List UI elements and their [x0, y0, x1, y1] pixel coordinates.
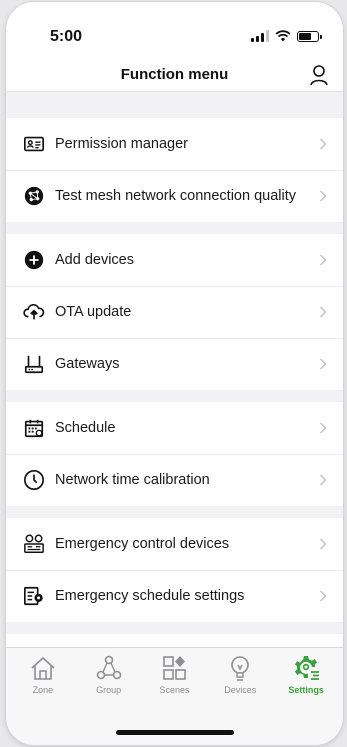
- tab-label: Devices: [224, 685, 257, 695]
- menu-item-text: Emergency schedule settings: [55, 588, 245, 604]
- menu-group: Schedule Network time calibration: [6, 402, 343, 506]
- battery-icon: [297, 30, 322, 42]
- tab-bar: Zone Group Scenes Devices Settings: [6, 647, 343, 745]
- clock-icon: [22, 468, 46, 492]
- zone-icon: [12, 654, 74, 682]
- settings-icon: [275, 654, 337, 682]
- tab-label: Zone: [32, 685, 54, 695]
- add-circle-icon: [22, 248, 46, 272]
- menu-item-test-mesh-network-connection-quality[interactable]: Test mesh network connection quality: [6, 170, 343, 222]
- menu-item-text: Test mesh network connection quality: [55, 188, 296, 204]
- menu-item-add-devices[interactable]: Add devices: [6, 234, 343, 286]
- tab-scenes[interactable]: Scenes: [143, 654, 205, 695]
- menu-item-text: Network time calibration: [55, 472, 210, 488]
- tab-label: Settings: [288, 685, 324, 695]
- page-title: Function menu: [120, 66, 229, 83]
- menu-group: Permission manager Test mesh network conn…: [6, 118, 343, 222]
- navigation-bar: Function menu: [6, 60, 343, 92]
- menu-item-text: Add devices: [55, 252, 134, 268]
- tab-zone[interactable]: Zone: [12, 654, 74, 695]
- chevron-right-icon: [319, 474, 327, 486]
- chevron-right-icon: [319, 358, 327, 370]
- tab-label: Scenes: [159, 685, 190, 695]
- cloud-upload-icon: [22, 300, 46, 324]
- menu-item-text: Schedule: [55, 420, 116, 436]
- chevron-right-icon: [319, 590, 327, 602]
- chevron-right-icon: [319, 538, 327, 550]
- chevron-right-icon: [319, 190, 327, 202]
- status-bar: 5:00: [6, 2, 343, 60]
- emergency-devices-icon: [22, 532, 46, 556]
- function-menu-list: Permission manager Test mesh network conn…: [6, 92, 343, 686]
- section-separator: [6, 390, 343, 402]
- section-separator: [6, 506, 343, 518]
- menu-item-label: Network time calibration: [55, 472, 311, 488]
- tab-devices[interactable]: Devices: [209, 654, 271, 695]
- chevron-right-icon: [319, 254, 327, 266]
- chevron-right-icon: [319, 138, 327, 150]
- section-separator: [6, 92, 343, 118]
- status-time: 5:00: [50, 28, 83, 45]
- gateway-icon: [22, 352, 46, 376]
- chevron-right-icon: [319, 306, 327, 318]
- menu-group: Emergency control devices Emergency sched…: [6, 518, 343, 622]
- menu-item-text: Permission manager: [55, 136, 188, 152]
- home-indicator: [115, 730, 234, 735]
- menu-item-ota-update[interactable]: OTA update: [6, 286, 343, 338]
- calendar-icon: [22, 416, 46, 440]
- tab-group[interactable]: Group: [78, 654, 140, 695]
- menu-item-text: Emergency control devices: [55, 536, 230, 552]
- tab-settings[interactable]: Settings: [275, 654, 337, 695]
- menu-item-label: Schedule: [55, 420, 311, 436]
- menu-item-emergency-control-devices[interactable]: Emergency control devices: [6, 518, 343, 570]
- menu-item-text: OTA update: [55, 304, 132, 320]
- status-icons: [251, 30, 322, 42]
- menu-item-label: Permission manager: [55, 136, 311, 152]
- group-icon: [78, 654, 140, 682]
- menu-item-label: OTA update: [55, 304, 311, 320]
- mesh-network-icon: [22, 184, 46, 208]
- menu-item-permission-manager[interactable]: Permission manager: [6, 118, 343, 170]
- menu-item-label: Test mesh network connection quality: [55, 188, 311, 204]
- menu-item-label: Emergency schedule settings: [55, 588, 311, 604]
- menu-item-network-time-calibration[interactable]: Network time calibration: [6, 454, 343, 506]
- menu-item-label: Emergency control devices: [55, 536, 311, 552]
- devices-icon: [209, 654, 271, 682]
- phone-screen: 5:00 Function menu Permission manager Tes…: [6, 2, 343, 745]
- wifi-icon: [275, 30, 291, 42]
- signal-icon: [251, 30, 269, 42]
- scenes-icon: [143, 654, 205, 682]
- menu-item-label: Add devices: [55, 252, 311, 268]
- menu-item-emergency-schedule-settings[interactable]: Emergency schedule settings: [6, 570, 343, 622]
- menu-group: Add devices OTA update Gateways: [6, 234, 343, 390]
- tab-label: Group: [96, 685, 122, 695]
- id-card-icon: [22, 132, 46, 156]
- emergency-schedule-icon: [22, 584, 46, 608]
- section-separator: [6, 222, 343, 234]
- menu-item-text: Gateways: [55, 356, 120, 372]
- menu-item-schedule[interactable]: Schedule: [6, 402, 343, 454]
- profile-icon[interactable]: [309, 64, 329, 86]
- section-separator: [6, 622, 343, 634]
- menu-item-gateways[interactable]: Gateways: [6, 338, 343, 390]
- chevron-right-icon: [319, 422, 327, 434]
- menu-item-label: Gateways: [55, 356, 311, 372]
